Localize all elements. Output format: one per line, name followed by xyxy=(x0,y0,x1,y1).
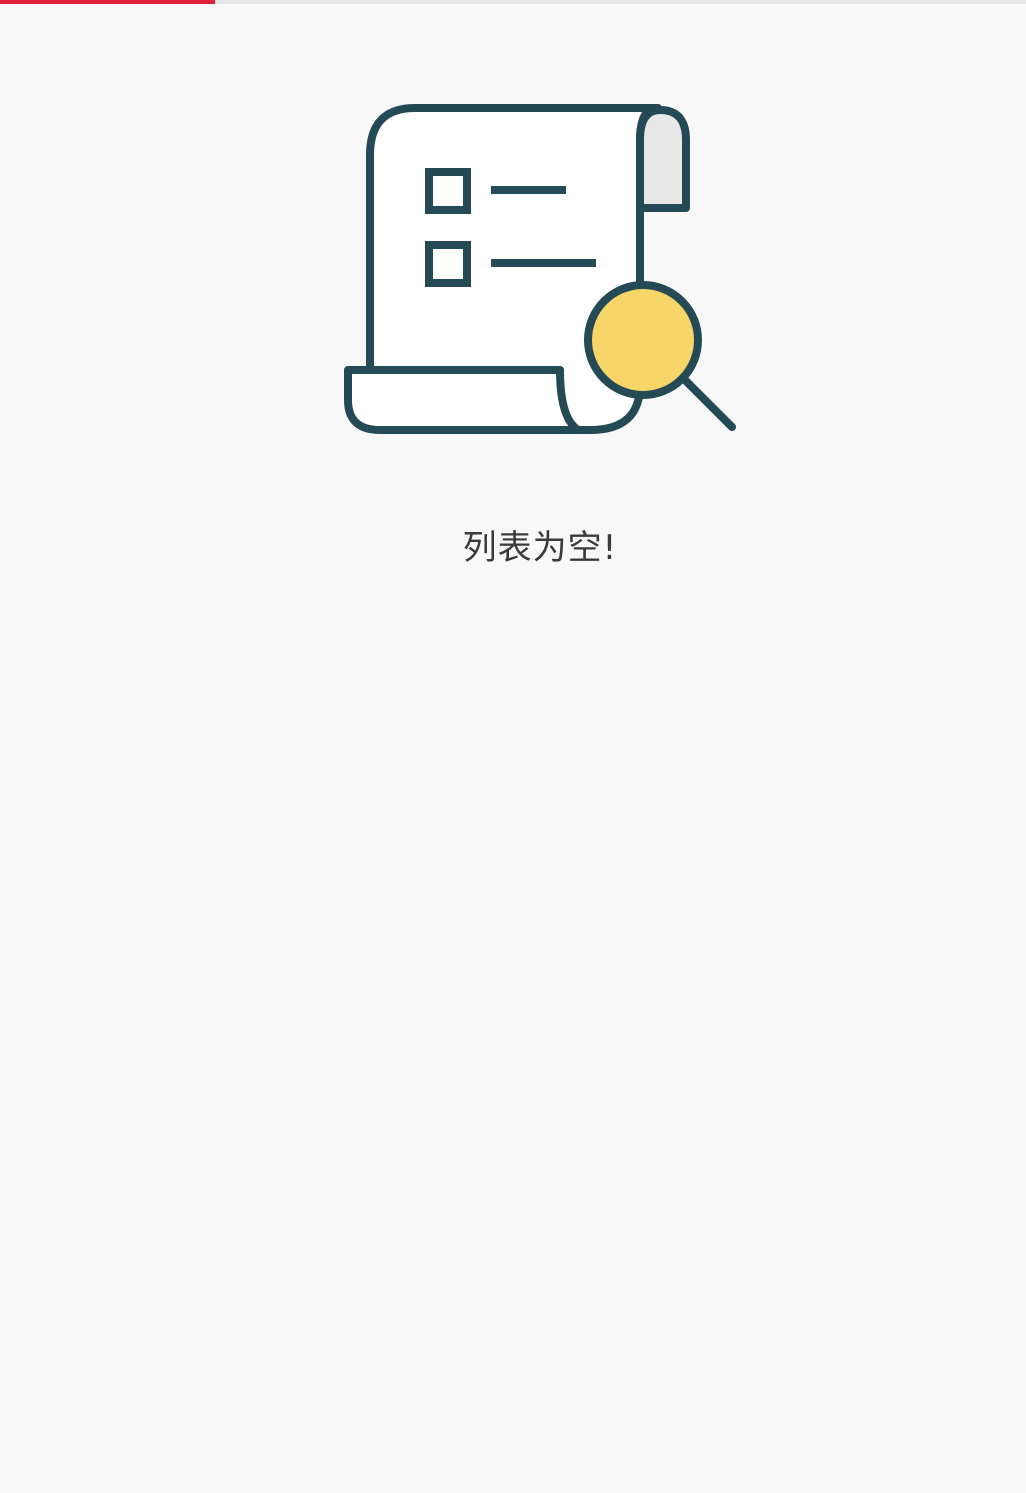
document-search-icon xyxy=(340,100,740,440)
loading-progress-fill xyxy=(0,0,216,4)
page: 列表为空! xyxy=(0,0,1026,1493)
loading-progress-bar xyxy=(0,0,1026,4)
empty-list-message: 列表为空! xyxy=(462,528,618,568)
